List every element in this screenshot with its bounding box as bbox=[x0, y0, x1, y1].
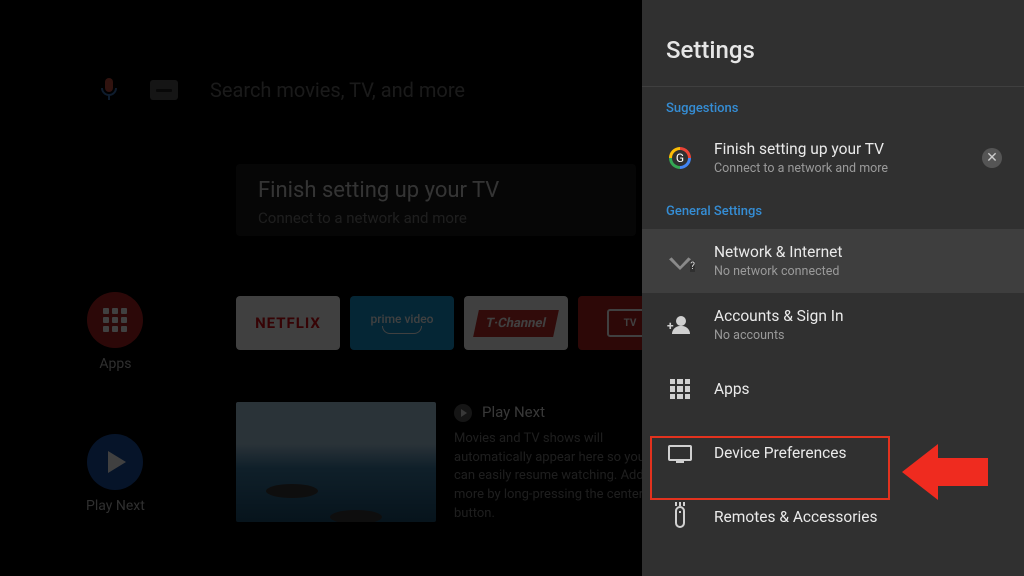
app-tile-tchannel[interactable]: T·Channel bbox=[464, 296, 568, 350]
dismiss-icon[interactable]: ✕ bbox=[982, 148, 1002, 168]
search-placeholder: Search movies, TV, and more bbox=[210, 78, 465, 102]
setup-card-title: Finish setting up your TV bbox=[258, 178, 614, 203]
app-tile-label: prime video bbox=[371, 312, 434, 326]
settings-item-accounts[interactable]: + Accounts & Sign In No accounts bbox=[642, 293, 1024, 357]
sidebar-tile-playnext[interactable]: Play Next bbox=[86, 434, 145, 514]
row-title: Apps bbox=[714, 380, 750, 398]
app-tile-label: T·Channel bbox=[473, 310, 559, 337]
panel-title: Settings bbox=[642, 0, 1024, 87]
add-account-icon: + bbox=[669, 316, 691, 334]
sidebar-tile-label: Play Next bbox=[86, 498, 145, 514]
settings-item-network[interactable]: ? Network & Internet No network connecte… bbox=[642, 229, 1024, 293]
row-subtitle: No network connected bbox=[714, 264, 842, 279]
playnext-title: Play Next bbox=[482, 402, 545, 424]
row-title: Device Preferences bbox=[714, 444, 847, 462]
keyboard-icon[interactable] bbox=[150, 80, 178, 100]
app-tile-netflix[interactable]: NETFLIX bbox=[236, 296, 340, 350]
tv-icon bbox=[668, 445, 692, 461]
google-icon bbox=[669, 147, 691, 169]
settings-item-remotes[interactable]: Remotes & Accessories bbox=[642, 485, 1024, 549]
play-icon bbox=[108, 451, 126, 473]
row-title: Network & Internet bbox=[714, 243, 842, 261]
mic-icon[interactable] bbox=[100, 78, 118, 102]
setup-card[interactable]: Finish setting up your TV Connect to a n… bbox=[236, 164, 636, 236]
row-title: Finish setting up your TV bbox=[714, 140, 888, 158]
play-circle-icon bbox=[454, 404, 472, 422]
wifi-icon: ? bbox=[669, 252, 691, 270]
playnext-description: Movies and TV shows will automatically a… bbox=[454, 430, 646, 524]
apps-grid-icon bbox=[670, 379, 690, 399]
settings-item-device-preferences[interactable]: Device Preferences bbox=[642, 421, 1024, 485]
suggestion-finish-setup[interactable]: Finish setting up your TV Connect to a n… bbox=[642, 126, 1024, 190]
app-tile-prime[interactable]: prime video bbox=[350, 296, 454, 350]
remote-icon bbox=[675, 506, 685, 528]
row-title: Remotes & Accessories bbox=[714, 508, 877, 526]
playnext-title-row: Play Next bbox=[454, 402, 646, 424]
settings-panel: Settings Suggestions Finish setting up y… bbox=[642, 0, 1024, 576]
row-subtitle: Connect to a network and more bbox=[714, 161, 888, 176]
section-header-general: General Settings bbox=[642, 190, 1024, 229]
settings-item-apps[interactable]: Apps bbox=[642, 357, 1024, 421]
sidebar-tile-apps[interactable]: Apps bbox=[86, 292, 145, 372]
setup-card-subtitle: Connect to a network and more bbox=[258, 209, 614, 227]
playnext-thumbnail[interactable] bbox=[236, 402, 436, 522]
row-title: Accounts & Sign In bbox=[714, 307, 844, 325]
apps-grid-icon bbox=[103, 308, 127, 332]
row-subtitle: No accounts bbox=[714, 328, 844, 343]
search-bar[interactable]: Search movies, TV, and more bbox=[100, 78, 465, 102]
sidebar-tile-label: Apps bbox=[99, 356, 131, 372]
section-header-suggestions: Suggestions bbox=[642, 87, 1024, 126]
